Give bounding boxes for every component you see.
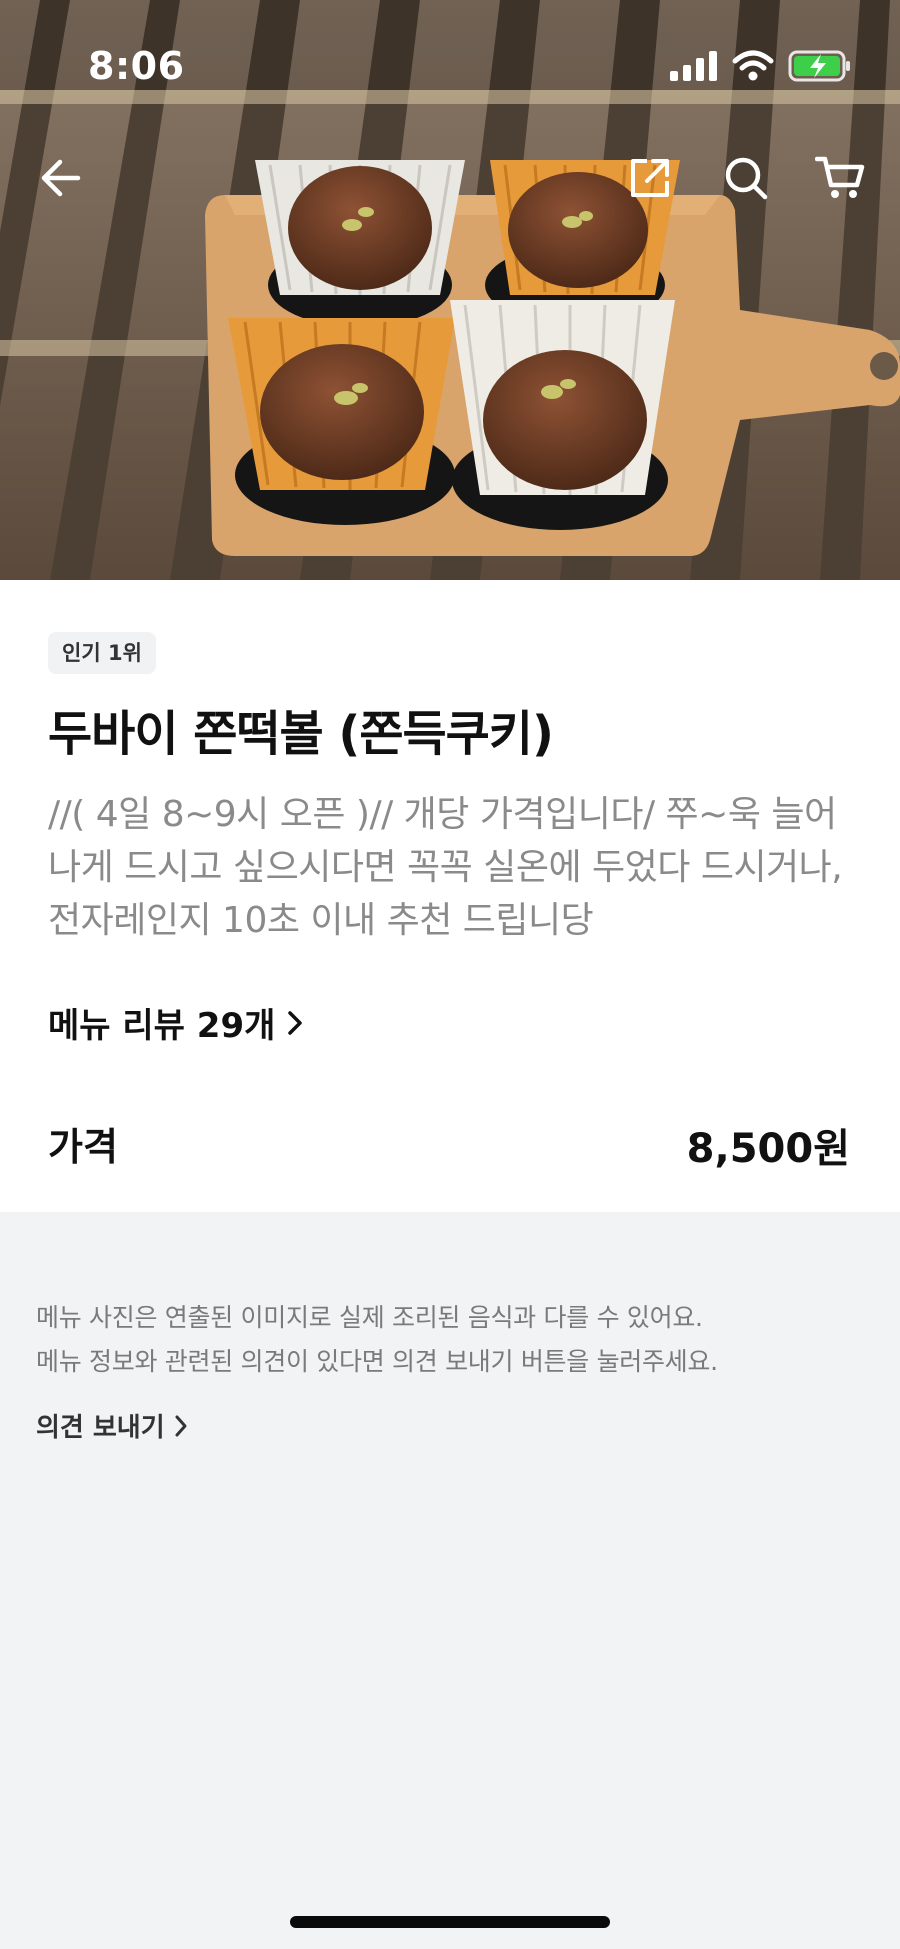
cart-icon xyxy=(815,156,865,198)
price-label: 가격 xyxy=(48,1125,118,1169)
notice-line: 메뉴 사진은 연출된 이미지로 실제 조리된 음식과 다를 수 있어요. xyxy=(36,1303,703,1332)
chevron-right-icon xyxy=(288,1010,303,1035)
product-title: 두바이 쫀떡볼 (쫀득쿠키) xyxy=(48,706,554,762)
status-icons xyxy=(670,50,852,82)
search-button[interactable] xyxy=(718,150,774,206)
home-indicator[interactable] xyxy=(290,1916,610,1928)
popularity-badge: 인기 1위 xyxy=(48,632,156,674)
product-description: //( 4일 8~9시 오픈 )// 개당 가격입니다/ 쭈~욱 늘어 나게 드… xyxy=(48,788,868,947)
description-line: 전자레인지 10초 이내 추천 드립니당 xyxy=(48,900,594,941)
share-icon xyxy=(631,159,669,197)
status-time: 8:06 xyxy=(88,44,185,88)
search-icon xyxy=(725,157,768,200)
cart-button[interactable] xyxy=(812,150,868,206)
cellular-signal-icon xyxy=(670,51,717,81)
feedback-label: 의견 보내기 xyxy=(36,1413,165,1443)
price-value: 8,500원 xyxy=(686,1126,850,1172)
reviews-label: 메뉴 리뷰 29개 xyxy=(48,1006,276,1046)
wifi-icon xyxy=(732,50,774,81)
description-line: //( 4일 8~9시 오픈 )// 개당 가격입니다/ 쭈~욱 늘어 xyxy=(48,794,837,835)
battery-icon xyxy=(788,50,850,82)
notice-line: 메뉴 정보와 관련된 의견이 있다면 의견 보내기 버튼을 눌러주세요. xyxy=(36,1347,718,1376)
back-button[interactable] xyxy=(32,150,88,206)
menu-photo-notice: 메뉴 사진은 연출된 이미지로 실제 조리된 음식과 다를 수 있어요. 메뉴 … xyxy=(36,1296,718,1384)
share-button[interactable] xyxy=(622,150,678,206)
description-line: 나게 드시고 싶으시다면 꼭꼭 실온에 두었다 드시거나, xyxy=(48,847,843,888)
menu-reviews-link[interactable]: 메뉴 리뷰 29개 xyxy=(48,998,305,1047)
chevron-right-icon xyxy=(175,1415,187,1436)
send-feedback-link[interactable]: 의견 보내기 xyxy=(36,1407,189,1444)
arrow-left-icon xyxy=(41,159,81,197)
